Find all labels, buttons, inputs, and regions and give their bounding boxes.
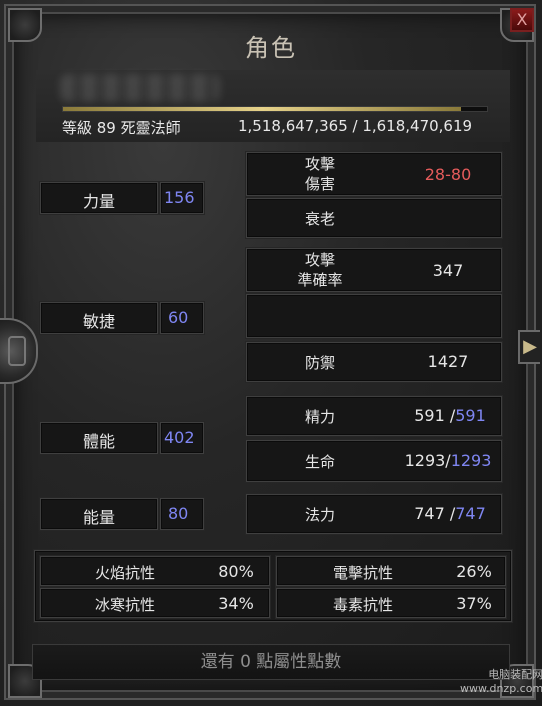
empty-stat-box xyxy=(246,294,502,338)
attack-rating-label-line2: 準確率 xyxy=(297,271,343,289)
fire-resistance-value: 80% xyxy=(218,562,254,581)
experience-readout: 1,518,647,365 / 1,618,470,619 xyxy=(238,117,473,135)
dexterity-value: 60 xyxy=(168,308,189,327)
attack-rating-value: 347 xyxy=(432,261,464,280)
poison-resistance-label: 毒素抗性 xyxy=(332,596,393,614)
strength-value: 156 xyxy=(164,188,195,207)
attack-damage-label-line1: 攻擊 xyxy=(304,155,335,173)
vitality-value: 402 xyxy=(164,428,195,447)
fire-resistance-label: 火焰抗性 xyxy=(94,564,155,582)
stat-points-remaining: 還有 0 點屬性點數 xyxy=(32,644,510,680)
energy-value: 80 xyxy=(168,504,189,523)
level-and-class: 等級 89 死靈法師 xyxy=(62,119,181,137)
character-panel: 角色 X ▶ 等級 89 死靈法師 1,518,647,365 / 1,618,… xyxy=(0,0,542,706)
stamina-max: 591 xyxy=(455,406,486,425)
defense-value: 1427 xyxy=(427,352,469,371)
stamina-label: 精力 xyxy=(304,408,335,426)
energy-label: 能量 xyxy=(82,508,115,527)
defense-label: 防禦 xyxy=(304,354,335,372)
lightning-resistance-value: 26% xyxy=(456,562,492,581)
dexterity-label: 敏捷 xyxy=(82,312,115,331)
attack-damage-value: 28-80 xyxy=(424,165,472,184)
character-name-obscured xyxy=(60,74,220,102)
cold-resistance-label: 冰寒抗性 xyxy=(94,596,155,614)
site-watermark: 电脑装配网 www.dnzp.com xyxy=(460,668,542,696)
stamina-readout: 591 /591 xyxy=(400,406,500,425)
panel-title: 角色 xyxy=(245,34,297,62)
aging-label: 衰老 xyxy=(304,210,335,228)
mana-max: 747 xyxy=(455,504,486,523)
mana-current: 747 xyxy=(414,504,445,523)
poison-resistance-value: 37% xyxy=(456,594,492,613)
strength-label: 力量 xyxy=(82,192,115,211)
attack-damage-label-line2: 傷害 xyxy=(304,175,335,193)
attack-damage-label: 攻擊 傷害 xyxy=(280,154,360,194)
attack-rating-label-line1: 攻擊 xyxy=(304,251,335,269)
watermark-line1: 电脑装配网 xyxy=(488,668,542,681)
life-label: 生命 xyxy=(304,453,335,471)
mana-label: 法力 xyxy=(304,506,335,524)
attack-rating-label: 攻擊 準確率 xyxy=(276,250,364,290)
life-max: 1293 xyxy=(450,451,492,470)
cold-resistance-value: 34% xyxy=(218,594,254,613)
lightning-resistance-label: 電擊抗性 xyxy=(332,564,393,582)
mana-readout: 747 /747 xyxy=(400,504,500,523)
ornament-inner xyxy=(8,336,26,366)
stamina-current: 591 xyxy=(414,406,445,425)
life-current: 1293 xyxy=(404,451,446,470)
close-button[interactable]: X xyxy=(510,8,534,32)
watermark-line2: www.dnzp.com xyxy=(460,682,542,695)
experience-fill xyxy=(63,107,461,111)
expand-arrow-icon[interactable]: ▶ xyxy=(518,330,540,364)
experience-bar xyxy=(62,106,488,112)
life-readout: 1293/1293 xyxy=(392,451,504,470)
vitality-label: 體能 xyxy=(82,432,115,451)
